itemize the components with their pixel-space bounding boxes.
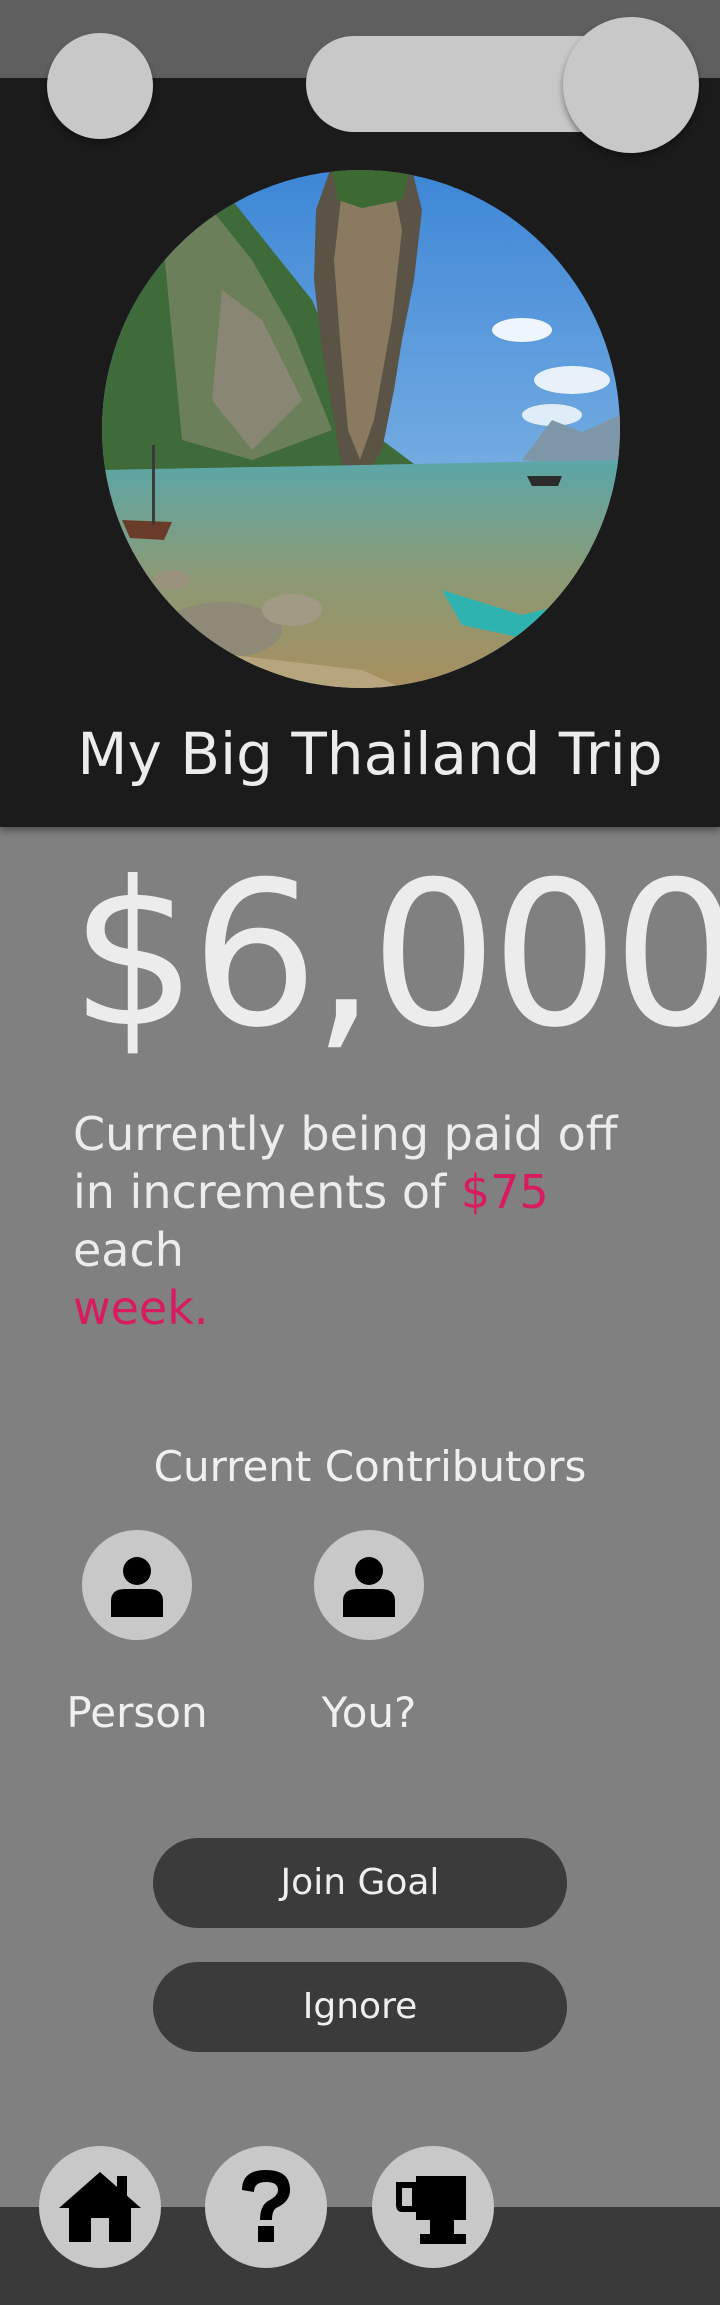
goal-amount: $6,000 [70,839,720,1072]
nav-home-button[interactable] [39,2146,161,2268]
nav-help-button[interactable] [205,2146,327,2268]
contributor-label-you: You? [321,1688,417,1737]
nav-goals-button[interactable] [372,2146,494,2268]
trip-photo [102,170,620,688]
profile-avatar-button[interactable] [47,33,153,139]
contributor-avatar-person[interactable] [82,1530,192,1640]
contributors-title: Current Contributors [153,1442,587,1491]
trophy-icon [396,2176,466,2244]
ignore-button[interactable]: Ignore [153,1962,567,2052]
trip-title: My Big Thailand Trip [77,720,663,788]
contributor-avatar-you[interactable] [314,1530,424,1640]
question-icon [242,2170,290,2242]
person-icon [343,1557,395,1617]
increment-amount: $75 [460,1165,549,1219]
desc-mid: each [73,1223,184,1277]
person-icon [111,1557,163,1617]
goal-description: Currently being paid off in increments o… [73,1105,653,1337]
increment-period: week. [73,1281,209,1335]
join-goal-button[interactable]: Join Goal [153,1838,567,1928]
home-icon [59,2172,141,2242]
toggle-knob[interactable] [563,17,699,153]
contributor-label-person: Person [66,1688,208,1737]
